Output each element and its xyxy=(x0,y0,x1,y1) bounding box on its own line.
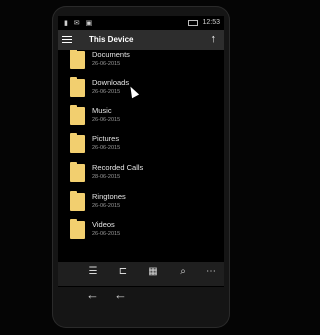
folder-icon xyxy=(70,50,85,69)
select-icon[interactable]: ⊏ xyxy=(114,266,132,282)
folder-date: 26-06-2015 xyxy=(92,145,121,151)
back-icon[interactable]: ← xyxy=(114,287,127,302)
folder-icon xyxy=(70,191,85,211)
folder-date: 28-06-2015 xyxy=(92,174,121,180)
more-icon[interactable]: ⋯ xyxy=(202,266,220,282)
folder-item-videos[interactable]: Videos 26-06-2015 xyxy=(58,218,224,246)
folder-item-recorded-calls[interactable]: Recorded Calls 28-06-2015 xyxy=(58,161,224,189)
folder-name: Downloads xyxy=(92,78,130,87)
page-title: This Device xyxy=(89,35,134,44)
folder-name: Recorded Calls xyxy=(92,163,144,172)
folder-icon xyxy=(70,105,85,125)
search-icon[interactable]: ⌕ xyxy=(174,266,192,282)
folder-item-music[interactable]: Music 26-06-2015 xyxy=(58,104,224,132)
folder-name: Videos xyxy=(92,220,115,229)
app-bar: ☰ ⊏ ▦ ⌕ ⋯ xyxy=(58,262,224,286)
battery-icon xyxy=(188,20,198,26)
grid-icon[interactable]: ▦ xyxy=(144,266,162,282)
nav-bar: ← ← xyxy=(58,287,224,305)
list-icon[interactable]: ☰ xyxy=(84,266,102,282)
app-header: This Device ↑ xyxy=(58,30,224,50)
folder-date: 26-06-2015 xyxy=(92,203,121,209)
folder-date: 26-06-2015 xyxy=(92,231,121,237)
folder-list: Documents 26-06-2015 Downloads 26-06-201… xyxy=(58,50,224,260)
hamburger-menu-icon[interactable] xyxy=(62,36,72,44)
folder-icon xyxy=(70,162,85,182)
folder-name: Documents xyxy=(92,50,130,59)
status-clock: 12:53 xyxy=(202,19,220,26)
back-icon[interactable]: ← xyxy=(86,287,99,302)
folder-item-documents[interactable]: Documents 26-06-2015 xyxy=(58,50,224,76)
folder-name: Pictures xyxy=(92,134,120,143)
phone-screen: ▮ ✉ ▣ 12:53 This Device ↑ Documents 26-0… xyxy=(58,16,224,287)
folder-icon xyxy=(70,77,85,97)
folder-item-pictures[interactable]: Pictures 26-06-2015 xyxy=(58,132,224,160)
folder-icon xyxy=(70,219,85,239)
folder-name: Music xyxy=(92,106,112,115)
folder-date: 26-06-2015 xyxy=(92,61,121,67)
folder-icon xyxy=(70,133,85,153)
up-arrow-icon[interactable]: ↑ xyxy=(211,33,217,45)
status-icons: ▮ ✉ ▣ xyxy=(64,20,95,27)
folder-item-downloads[interactable]: Downloads 26-06-2015 xyxy=(58,76,224,104)
folder-date: 26-06-2015 xyxy=(92,89,121,95)
folder-name: Ringtones xyxy=(92,192,126,201)
folder-item-ringtones[interactable]: Ringtones 26-06-2015 xyxy=(58,190,224,218)
status-bar: ▮ ✉ ▣ 12:53 xyxy=(58,16,224,30)
folder-date: 26-06-2015 xyxy=(92,117,121,123)
